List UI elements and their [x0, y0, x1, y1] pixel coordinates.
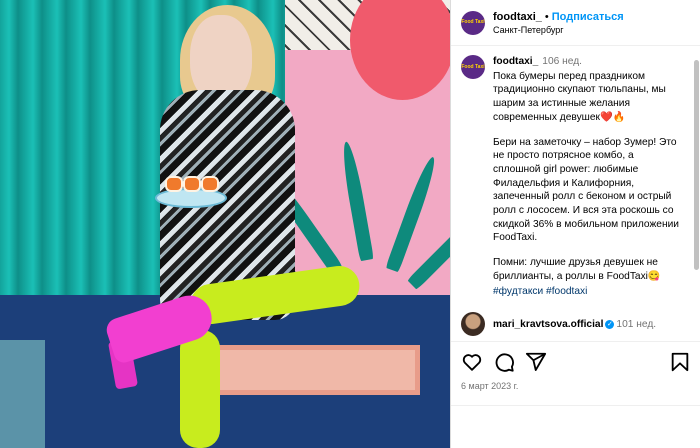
caption-body: foodtaxi_ 106 нед. Пока бумеры перед праз… [493, 55, 681, 298]
add-comment-area[interactable] [451, 405, 700, 448]
post-photo[interactable] [0, 0, 450, 448]
caption-avatar[interactable]: Food Taxi [461, 55, 485, 79]
comments-area[interactable]: Food Taxi foodtaxi_ 106 нед. Пока бумеры … [451, 47, 700, 341]
caption-paragraph-2: Бери на заметочку – набор Зумер! Это не … [493, 136, 679, 244]
header-info: foodtaxi_ • Подписаться Санкт-Петербург [493, 11, 624, 35]
post-date[interactable]: 6 март 2023 г. [461, 381, 518, 391]
comment-text: mari_kravtsova.official ✓ 101 нед. [493, 319, 656, 330]
follow-button[interactable]: Подписаться [552, 11, 624, 23]
commenter-avatar[interactable] [461, 312, 485, 337]
comment-icon[interactable] [493, 351, 515, 373]
comment-username[interactable]: mari_kravtsova.official [493, 319, 603, 330]
caption-hashtags[interactable]: #фудтакси #foodtaxi [493, 285, 681, 299]
location-link[interactable]: Санкт-Петербург [493, 25, 624, 35]
header-separator: • [544, 10, 549, 23]
brand-avatar[interactable]: Food Taxi [461, 10, 485, 35]
pink-drawer [195, 345, 420, 395]
caption-paragraph-1: Пока бумеры перед праздником традиционно… [493, 70, 666, 123]
post-side-panel: Food Taxi foodtaxi_ • Подписаться Санкт-Пе… [450, 0, 700, 448]
post-header: Food Taxi foodtaxi_ • Подписаться Санкт-Пе… [451, 0, 700, 46]
avatar-text: Food Taxi [461, 63, 485, 70]
caption-username[interactable]: foodtaxi_ [493, 56, 538, 67]
green-tights-leg [180, 330, 220, 448]
sushi-roll [201, 176, 219, 192]
header-row: foodtaxi_ • Подписаться [493, 11, 624, 23]
comment-item: mari_kravtsova.official ✓ 101 нед. [461, 312, 691, 337]
bookmark-icon[interactable] [669, 351, 691, 373]
verified-icon: ✓ [605, 319, 615, 329]
caption-paragraph-3: Помни: лучшие друзья девушек не бриллиан… [493, 257, 661, 282]
comment-time: 101 нед. [616, 318, 657, 330]
caption-time: 106 нед. [542, 56, 582, 67]
avatar-text: Food Taxi [461, 19, 485, 25]
cabinet-side [0, 340, 45, 448]
heart-icon[interactable] [461, 351, 483, 373]
instagram-post: Food Taxi foodtaxi_ • Подписаться Санкт-Пе… [0, 0, 700, 448]
scrollbar[interactable] [694, 60, 699, 270]
action-bar [451, 341, 700, 381]
sushi-roll [165, 176, 183, 192]
post-caption: Food Taxi foodtaxi_ 106 нед. Пока бумеры … [461, 55, 691, 298]
header-username[interactable]: foodtaxi_ [493, 11, 542, 23]
sushi-roll [183, 176, 201, 192]
share-icon[interactable] [525, 351, 547, 373]
